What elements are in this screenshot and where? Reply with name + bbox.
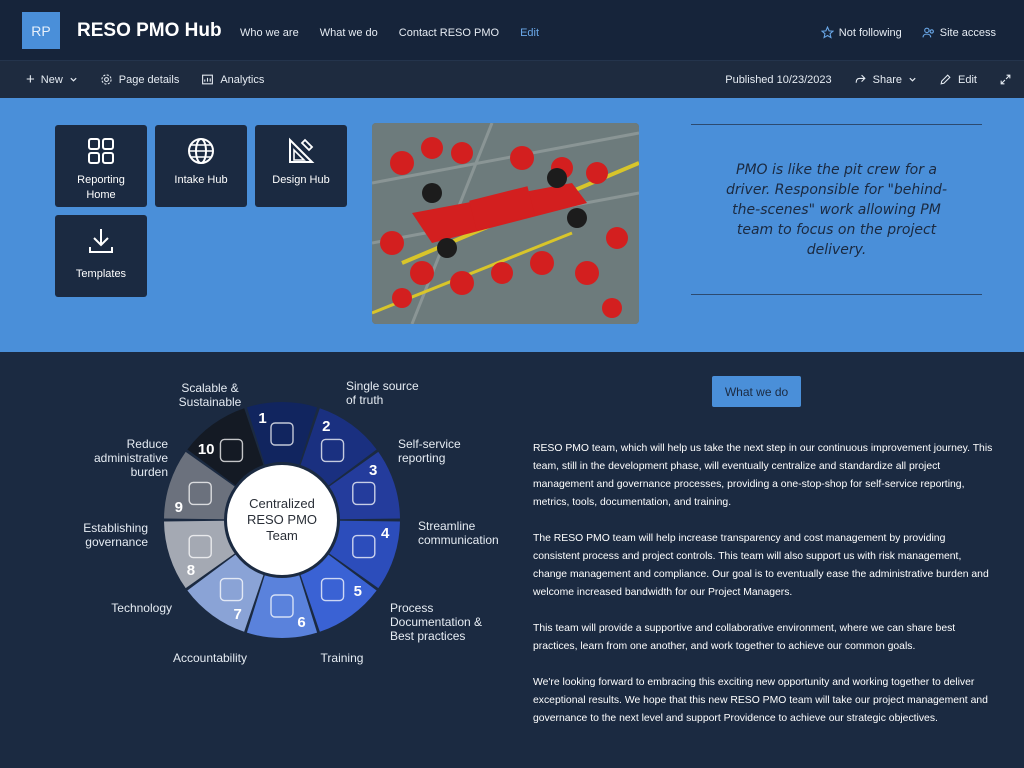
page-details-label: Page details: [118, 73, 180, 86]
segment-label: Training: [321, 651, 364, 665]
paragraph: This team will provide a supportive and …: [533, 623, 956, 652]
wheel-center-text: Centralized: [249, 496, 315, 511]
segment-label: Single source: [346, 379, 419, 393]
segment-label: Establishing: [83, 521, 148, 535]
site-logo[interactable]: RP: [22, 12, 60, 49]
segment-number: 4: [381, 525, 390, 542]
follow-button[interactable]: Not following: [820, 26, 902, 39]
pmo-wheel-diagram: 1 Single sourceof truth 2 Self-servicerepor…: [83, 379, 499, 665]
segment-label: governance: [85, 535, 148, 549]
tile-label: Intake Hub: [174, 174, 228, 186]
nav-contact[interactable]: Contact RESO PMO: [399, 27, 499, 39]
analytics-button[interactable]: Analytics: [201, 73, 264, 86]
quote-block: PMO is like the pit crew for a driver. R…: [691, 124, 982, 295]
page-details-button[interactable]: Page details: [100, 73, 180, 86]
analytics-icon: [202, 74, 214, 85]
design-ruler-icon: [289, 137, 315, 163]
body-text: RESO PMO team, which will help us take t…: [533, 440, 993, 746]
segment-label: of truth: [346, 393, 383, 407]
follow-label: Not following: [838, 26, 902, 39]
published-status: Published 10/23/2023: [725, 73, 832, 86]
segment-label: Scalable &: [181, 381, 238, 395]
expand-icon: [1000, 74, 1011, 85]
what-we-do-button[interactable]: What we do: [712, 376, 801, 407]
segment-label: reporting: [398, 451, 445, 465]
share-label: Share: [872, 73, 903, 86]
share-button[interactable]: Share: [854, 73, 917, 86]
paragraph: We're looking forward to embracing this …: [533, 677, 988, 724]
quote-text: PMO is like the pit crew for a driver. R…: [726, 161, 947, 258]
tile-templates[interactable]: Templates: [55, 215, 147, 297]
paragraph: The RESO PMO team will help increase tra…: [533, 533, 989, 598]
segment-number: 8: [187, 562, 195, 579]
wheel-center-text: Team: [266, 528, 298, 543]
segment-number: 10: [198, 441, 215, 458]
pit-crew-illustration: [372, 123, 639, 324]
edit-button[interactable]: Edit: [939, 73, 977, 86]
segment-label: Self-service: [398, 437, 461, 451]
download-icon: [89, 229, 113, 253]
segment-number: 2: [322, 418, 330, 435]
segment-label: Accountability: [173, 651, 247, 665]
segment-number: 7: [234, 606, 242, 623]
paragraph: RESO PMO team, which will help us take t…: [533, 443, 993, 508]
analytics-label: Analytics: [220, 73, 265, 86]
nav-what-we-do[interactable]: What we do: [320, 27, 378, 39]
people-icon: [922, 27, 934, 38]
command-bar: + New Page details Analytics Published 1…: [0, 60, 1024, 98]
new-button[interactable]: + New: [26, 71, 78, 88]
tile-label: Design Hub: [272, 174, 330, 186]
tile-reporting-home[interactable]: Reporting Home: [55, 125, 147, 207]
wheel-center-text: RESO PMO: [247, 512, 317, 527]
site-nav: Who we are What we do Contact RESO PMO E…: [240, 27, 560, 39]
globe-icon: [188, 138, 214, 164]
segment-label: communication: [418, 533, 499, 547]
segment-label: Process: [390, 601, 433, 615]
segment-label: Streamline: [418, 519, 476, 533]
tile-intake-hub[interactable]: Intake Hub: [155, 125, 247, 207]
gear-icon: [101, 74, 112, 85]
site-access-label: Site access: [939, 26, 996, 39]
tile-design-hub[interactable]: Design Hub: [255, 125, 347, 207]
segment-number: 3: [369, 462, 377, 479]
chevron-down-icon: [70, 77, 77, 82]
segment-label: Best practices: [390, 629, 465, 643]
segment-label: Sustainable: [179, 395, 242, 409]
segment-label: Technology: [111, 601, 172, 615]
site-actions: Not following Site access: [820, 26, 996, 39]
segment-label: burden: [131, 465, 168, 479]
segment-number: 6: [297, 614, 305, 631]
site-access-button[interactable]: Site access: [922, 26, 996, 39]
share-icon: [855, 74, 866, 83]
nav-who-we-are[interactable]: Who we are: [240, 27, 299, 39]
segment-number: 5: [354, 583, 362, 600]
pit-crew-photo: [372, 123, 639, 324]
segment-label: Reduce: [127, 437, 169, 451]
nav-edit-link[interactable]: Edit: [520, 27, 539, 39]
tile-label: Reporting Home: [77, 174, 125, 201]
site-header: RP RESO PMO Hub Who we are What we do Co…: [0, 0, 1024, 60]
star-icon: [820, 26, 834, 39]
edit-label: Edit: [958, 73, 977, 86]
chevron-down-icon: [909, 77, 916, 82]
tile-label: Templates: [75, 268, 127, 280]
site-title[interactable]: RESO PMO Hub: [77, 20, 222, 42]
segment-label: Documentation &: [390, 615, 482, 629]
segment-number: 1: [258, 410, 266, 427]
segment-label: administrative: [94, 451, 168, 465]
expand-button[interactable]: [999, 73, 1012, 86]
grid-icon: [88, 138, 114, 164]
new-label: New: [40, 73, 63, 86]
plus-icon: +: [26, 71, 35, 88]
pencil-icon: [940, 74, 951, 85]
segment-number: 9: [175, 499, 183, 516]
